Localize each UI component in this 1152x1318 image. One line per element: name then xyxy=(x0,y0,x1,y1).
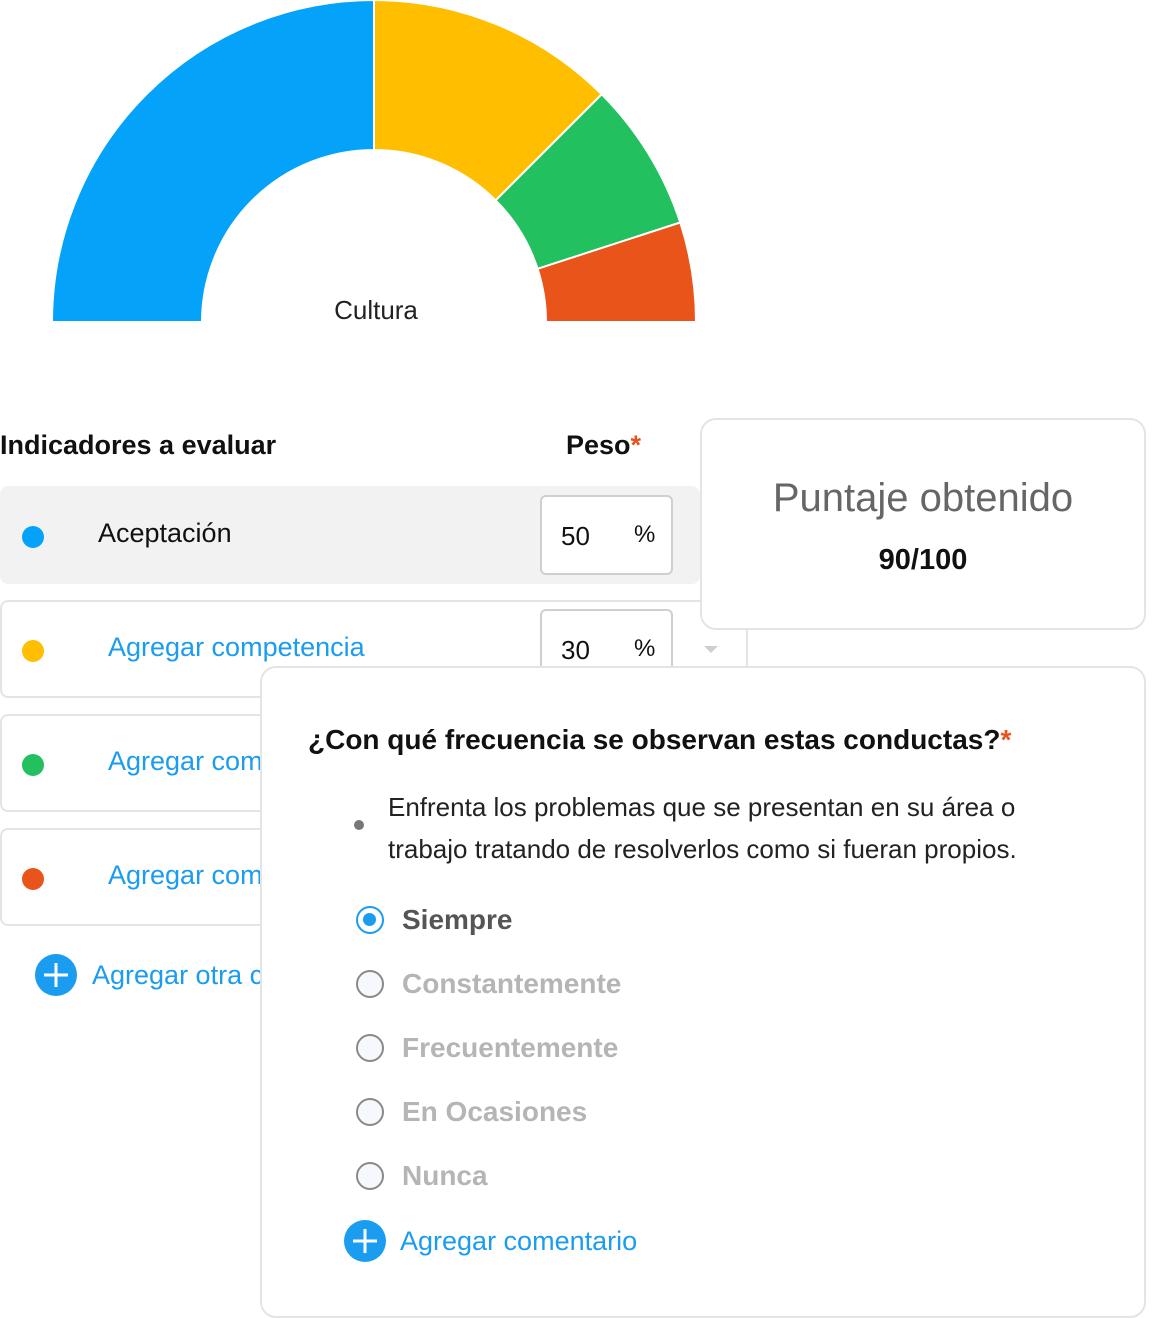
score-title: Puntaje obtenido xyxy=(772,476,1074,520)
bullet-icon xyxy=(354,820,364,830)
weight-input[interactable]: 50 % xyxy=(540,495,673,575)
required-mark: * xyxy=(1000,724,1012,755)
option-constantemente[interactable]: Constantemente xyxy=(356,964,756,1004)
add-icon[interactable] xyxy=(344,1220,386,1262)
weight-label: Peso xyxy=(566,430,631,460)
option-frecuentemente[interactable]: Frecuentemente xyxy=(356,1028,756,1068)
option-label: Nunca xyxy=(402,1160,488,1191)
indicator-color-dot xyxy=(22,526,44,548)
option-label: Siempre xyxy=(402,904,513,935)
radio-icon[interactable] xyxy=(356,1098,384,1126)
behavior-statement: Enfrenta los problemas que se presentan … xyxy=(388,792,1017,864)
add-competency-link[interactable]: Agregar competencia xyxy=(108,632,365,663)
required-mark: * xyxy=(630,430,642,460)
option-label: Frecuentemente xyxy=(402,1032,619,1063)
weight-value: 50 xyxy=(561,521,590,551)
question-title: ¿Con qué frecuencia se observan estas co… xyxy=(308,724,1011,756)
donut-slice-1 xyxy=(50,0,375,323)
add-competency-link[interactable]: Agregar com xyxy=(108,860,263,891)
add-comment-link[interactable]: Agregar comentario xyxy=(400,1226,637,1257)
weight-header: Peso* xyxy=(566,430,641,461)
option-nunca[interactable]: Nunca xyxy=(356,1156,756,1196)
add-icon[interactable] xyxy=(35,954,77,996)
radio-icon[interactable] xyxy=(356,1034,384,1062)
indicators-header: Indicadores a evaluar xyxy=(0,430,276,461)
option-label: En Ocasiones xyxy=(402,1096,588,1127)
indicator-color-dot xyxy=(22,868,44,890)
question-text: ¿Con qué frecuencia se observan estas co… xyxy=(308,724,1001,755)
question-card: ¿Con qué frecuencia se observan estas co… xyxy=(260,666,1146,1318)
indicator-color-dot xyxy=(22,754,44,776)
option-siempre[interactable]: Siempre xyxy=(356,900,756,940)
percent-sign: % xyxy=(634,635,656,662)
indicator-label: Aceptación xyxy=(98,518,232,548)
score-card: Puntaje obtenido 90/100 xyxy=(700,418,1146,630)
semi-donut-chart: Cultura xyxy=(50,0,698,325)
option-label: Constantemente xyxy=(402,968,622,999)
score-value: 90/100 xyxy=(878,544,968,576)
indicator-color-dot xyxy=(22,640,44,662)
radio-icon[interactable] xyxy=(356,970,384,998)
option-en-ocasiones[interactable]: En Ocasiones xyxy=(356,1092,756,1132)
percent-sign: % xyxy=(634,521,656,548)
add-other-competency-link[interactable]: Agregar otra c xyxy=(92,960,263,991)
add-competency-link[interactable]: Agregar com xyxy=(108,746,263,777)
radio-checked-icon[interactable] xyxy=(356,906,384,934)
weight-value: 30 xyxy=(561,635,590,665)
chevron-down-icon[interactable] xyxy=(704,646,718,653)
chart-center-label: Cultura xyxy=(334,295,418,325)
indicators-title: Indicadores a evaluar xyxy=(0,430,277,460)
indicator-row-1[interactable]: Aceptación 50 % xyxy=(0,486,700,584)
radio-icon[interactable] xyxy=(356,1162,384,1190)
